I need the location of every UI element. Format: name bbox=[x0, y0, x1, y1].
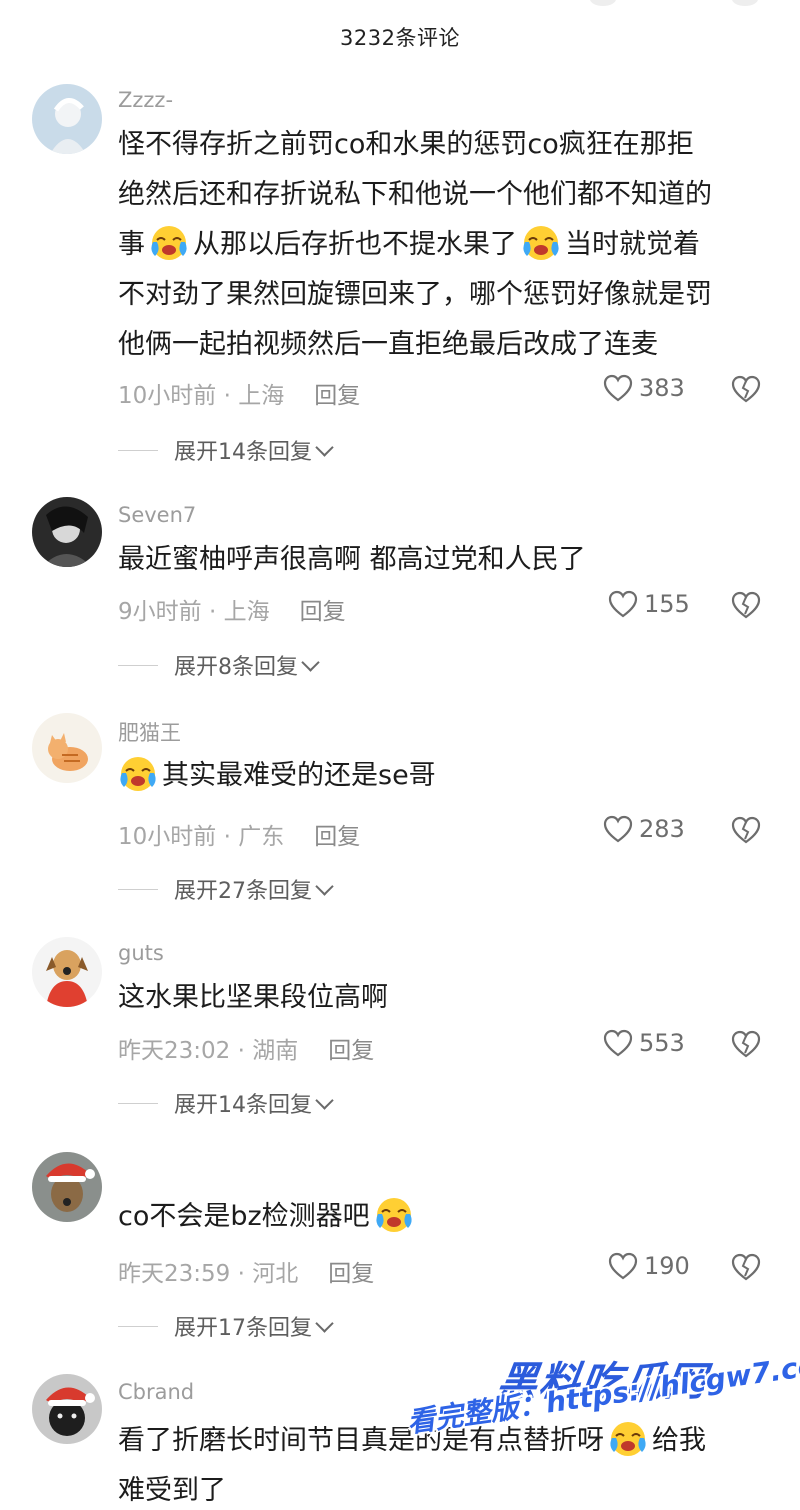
comment-fragment: 其实最难受的还是se哥 bbox=[162, 760, 436, 791]
username[interactable]: Cbrand bbox=[118, 1380, 194, 1404]
location: 广东 bbox=[238, 824, 285, 850]
broken-heart-icon[interactable] bbox=[730, 590, 762, 620]
comment-line: 事 从那以后存折也不提水果了 当时就觉着 bbox=[118, 220, 778, 270]
divider bbox=[118, 1325, 158, 1327]
comment-text: 其实最难受的还是se哥 bbox=[118, 751, 778, 801]
expand-replies-button[interactable]: 展开17条回复 bbox=[118, 1310, 334, 1342]
heart-outline-icon bbox=[608, 1252, 638, 1280]
like-button[interactable]: 190 bbox=[608, 1252, 690, 1280]
like-count: 553 bbox=[639, 1029, 685, 1057]
comment-meta: 9小时前 · 上海 回复 bbox=[118, 599, 346, 625]
username[interactable]: guts bbox=[118, 941, 164, 965]
location: 上海 bbox=[223, 599, 270, 625]
comment-line: 难受到了 bbox=[118, 1475, 226, 1506]
username[interactable]: 肥猫王 bbox=[118, 717, 181, 747]
comment-fragment: 事 bbox=[118, 229, 145, 260]
comment-text: 怪不得存折之前罚co和水果的惩罚co疯狂在那拒 绝然后还和存折说私下和他说一个他… bbox=[118, 120, 778, 370]
heart-outline-icon bbox=[603, 374, 633, 402]
timestamp: 昨天23:59 bbox=[118, 1261, 231, 1287]
heart-outline-icon bbox=[603, 815, 633, 843]
avatar[interactable] bbox=[32, 497, 102, 567]
broken-heart-icon[interactable] bbox=[730, 1252, 762, 1282]
reply-button[interactable]: 回复 bbox=[328, 1038, 374, 1064]
divider bbox=[118, 664, 158, 666]
comment-line: 绝然后还和存折说私下和他说一个他们都不知道的 bbox=[118, 179, 712, 210]
like-button[interactable]: 553 bbox=[603, 1029, 685, 1057]
broken-heart-icon[interactable] bbox=[730, 374, 762, 404]
expand-replies-label: 展开8条回复 bbox=[174, 655, 298, 680]
avatar[interactable] bbox=[32, 84, 102, 154]
expand-replies-button[interactable]: 展开14条回复 bbox=[118, 1087, 334, 1119]
chevron-down-icon bbox=[315, 1090, 334, 1110]
like-button[interactable]: 155 bbox=[608, 590, 690, 618]
comment-fragment: 当时就觉着 bbox=[565, 229, 700, 260]
comment-line: 不对劲了果然回旋镖回来了，哪个惩罚好像就是罚 bbox=[118, 279, 712, 310]
watermark-brand: 黑料吃瓜网 bbox=[494, 1359, 711, 1405]
comment-text: 最近蜜柚呼声很高啊 都高过党和人民了 bbox=[118, 544, 586, 575]
comment-meta: 昨天23:59 · 河北 回复 bbox=[118, 1261, 375, 1287]
location: 湖南 bbox=[252, 1038, 299, 1064]
expand-replies-button[interactable]: 展开27条回复 bbox=[118, 873, 334, 905]
avatar[interactable] bbox=[32, 713, 102, 783]
timestamp: 10小时前 bbox=[118, 383, 217, 409]
comment-text: 看了折磨长时间节目真是的是有点替折呀 给我 难受到了 bbox=[118, 1416, 778, 1510]
expand-replies-button[interactable]: 展开14条回复 bbox=[118, 434, 334, 466]
reply-button[interactable]: 回复 bbox=[300, 599, 346, 625]
like-count: 190 bbox=[644, 1252, 690, 1280]
chevron-down-icon bbox=[301, 652, 320, 672]
broken-heart-icon[interactable] bbox=[730, 815, 762, 845]
timestamp: 9小时前 bbox=[118, 599, 202, 625]
divider bbox=[118, 449, 158, 451]
timestamp: 10小时前 bbox=[118, 824, 217, 850]
username[interactable]: Zzzz- bbox=[118, 88, 173, 112]
like-count: 383 bbox=[639, 374, 685, 402]
chevron-down-icon bbox=[315, 437, 334, 457]
comment-meta: 10小时前 · 广东 回复 bbox=[118, 824, 361, 850]
crying-face-emoji bbox=[372, 1195, 416, 1235]
expand-replies-label: 展开14条回复 bbox=[174, 440, 312, 465]
avatar[interactable] bbox=[32, 1152, 102, 1222]
like-count: 283 bbox=[639, 815, 685, 843]
comment-count-title: 3232条评论 bbox=[340, 26, 460, 50]
avatar[interactable] bbox=[32, 937, 102, 1007]
comment-text: co不会是bz检测器吧 bbox=[118, 1192, 778, 1242]
comment-fragment: co不会是bz检测器吧 bbox=[118, 1201, 370, 1232]
comment-line: 他俩一起拍视频然后一直拒绝最后改成了连麦 bbox=[118, 329, 658, 360]
comment-meta: 昨天23:02 · 湖南 回复 bbox=[118, 1038, 375, 1064]
expand-replies-label: 展开17条回复 bbox=[174, 1316, 312, 1341]
comments-header: 3232条评论 bbox=[0, 0, 800, 78]
timestamp: 昨天23:02 bbox=[118, 1038, 231, 1064]
comment-meta: 10小时前 · 上海 回复 bbox=[118, 383, 361, 409]
chevron-down-icon bbox=[315, 1313, 334, 1333]
comment-line: 怪不得存折之前罚co和水果的惩罚co疯狂在那拒 bbox=[118, 129, 694, 160]
expand-replies-button[interactable]: 展开8条回复 bbox=[118, 649, 320, 681]
avatar[interactable] bbox=[32, 1374, 102, 1444]
heart-outline-icon bbox=[608, 590, 638, 618]
crying-face-emoji bbox=[519, 223, 563, 263]
expand-replies-label: 展开14条回复 bbox=[174, 1093, 312, 1118]
reply-button[interactable]: 回复 bbox=[328, 1261, 374, 1287]
like-count: 155 bbox=[644, 590, 690, 618]
location: 河北 bbox=[252, 1261, 299, 1287]
crying-face-emoji bbox=[116, 754, 160, 794]
comment-line: 看了折磨长时间节目真是的是有点替折呀 给我 bbox=[118, 1416, 778, 1466]
divider bbox=[118, 1102, 158, 1104]
divider bbox=[118, 888, 158, 890]
comment-text: 这水果比坚果段位高啊 bbox=[118, 982, 388, 1013]
crying-face-emoji bbox=[606, 1419, 650, 1459]
like-button[interactable]: 283 bbox=[603, 815, 685, 843]
comment-fragment: 从那以后存折也不提水果了 bbox=[193, 229, 517, 260]
comment-fragment: 给我 bbox=[652, 1425, 706, 1456]
location: 上海 bbox=[238, 383, 285, 409]
reply-button[interactable]: 回复 bbox=[314, 824, 360, 850]
broken-heart-icon[interactable] bbox=[730, 1029, 762, 1059]
comment-fragment: 看了折磨长时间节目真是的是有点替折呀 bbox=[118, 1425, 604, 1456]
username[interactable]: Seven7 bbox=[118, 503, 196, 527]
crying-face-emoji bbox=[147, 223, 191, 263]
heart-outline-icon bbox=[603, 1029, 633, 1057]
reply-button[interactable]: 回复 bbox=[314, 383, 360, 409]
chevron-down-icon bbox=[315, 876, 334, 896]
like-button[interactable]: 383 bbox=[603, 374, 685, 402]
expand-replies-label: 展开27条回复 bbox=[174, 879, 312, 904]
